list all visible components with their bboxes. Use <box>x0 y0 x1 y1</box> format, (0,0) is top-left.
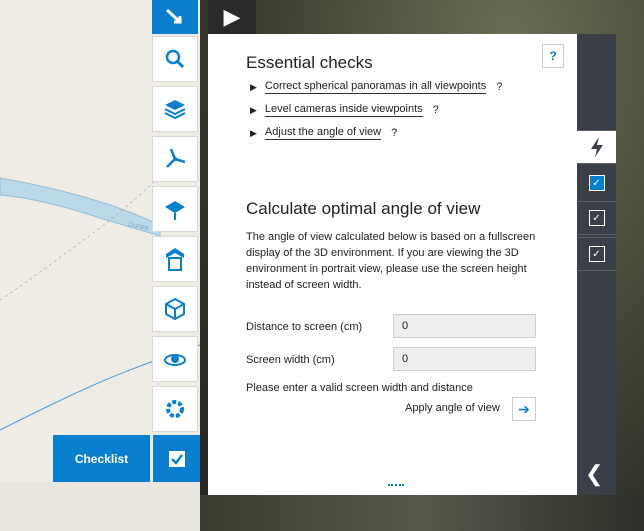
bullet-triangle-icon: ▶ <box>250 104 257 115</box>
bullet-triangle-icon: ▶ <box>250 127 257 138</box>
checklist-toggle[interactable] <box>153 435 200 482</box>
building-button[interactable] <box>152 236 198 282</box>
distance-label: Distance to screen (cm) <box>246 321 363 333</box>
arrow-right-icon: ➔ <box>518 400 530 417</box>
wind-turbine-button[interactable] <box>152 136 198 182</box>
navigate-button[interactable] <box>152 0 198 34</box>
distance-input[interactable] <box>393 314 536 338</box>
scroll-indicator <box>388 484 404 486</box>
check-help-icon[interactable]: ? <box>391 127 397 139</box>
width-label: Screen width (cm) <box>246 354 335 366</box>
check-link-level-cameras[interactable]: Level cameras inside viewpoints <box>264 103 423 117</box>
checkbox-checked-icon: ✓ <box>588 175 605 191</box>
camera-viewpoint-icon <box>164 354 186 366</box>
checkbox-checked-icon: ✓ <box>588 246 605 262</box>
solar-panel-button[interactable] <box>152 186 198 232</box>
checklist-button[interactable]: Checklist <box>53 435 150 482</box>
settings-button[interactable] <box>152 386 198 432</box>
wind-turbine-icon <box>166 148 186 168</box>
settings-icon <box>166 400 184 418</box>
checklist-sidebar: ✓ ✓ ✓ ❮ <box>577 34 616 495</box>
calc-title: Calculate optimal angle of view <box>246 199 481 218</box>
calc-description: The angle of view calculated below is ba… <box>246 231 536 291</box>
checkbox-icon <box>168 450 185 467</box>
navigate-icon <box>165 8 182 24</box>
check-link-angle-of-view[interactable]: Adjust the angle of view <box>264 126 382 140</box>
map-bottom-strip <box>0 482 208 531</box>
play-icon: ▶ <box>223 4 241 29</box>
check-item: ▶ Level cameras inside viewpoints ? <box>250 103 439 117</box>
search-icon <box>165 49 185 69</box>
validation-message: Please enter a valid screen width and di… <box>246 382 473 394</box>
check-item: ▶ Correct spherical panoramas in all vie… <box>250 80 502 94</box>
apply-button[interactable]: ➔ <box>512 397 536 421</box>
check-link-panoramas[interactable]: Correct spherical panoramas in all viewp… <box>264 80 487 94</box>
solar-panel-icon <box>165 201 185 220</box>
camera-viewpoint-button[interactable] <box>152 336 198 382</box>
check-item: ▶ Adjust the angle of view ? <box>250 126 397 140</box>
building-icon <box>166 248 184 271</box>
checklist-step-1[interactable]: ✓ <box>577 166 616 200</box>
width-input[interactable] <box>393 347 536 371</box>
essential-checks-title: Essential checks <box>246 53 373 72</box>
check-help-icon[interactable]: ? <box>496 81 502 93</box>
layers-button[interactable] <box>152 86 198 132</box>
lightning-icon <box>590 137 603 157</box>
tool-sidebar <box>152 0 200 436</box>
checkbox-checked-icon: ✓ <box>588 210 605 226</box>
bullet-triangle-icon: ▶ <box>250 81 257 92</box>
play-button[interactable]: ▶ <box>208 0 256 34</box>
3d-model-button[interactable] <box>152 286 198 332</box>
layers-icon <box>164 100 186 120</box>
help-button[interactable]: ? <box>542 44 564 68</box>
apply-label: Apply angle of view <box>405 402 500 414</box>
checklist-panel: ? Essential checks ▶ Correct spherical p… <box>208 34 577 495</box>
checklist-step-3[interactable]: ✓ <box>577 237 616 271</box>
check-help-icon[interactable]: ? <box>433 104 439 116</box>
checklist-step-2[interactable]: ✓ <box>577 201 616 235</box>
terrain-bottom <box>200 495 644 531</box>
search-button[interactable] <box>152 36 198 82</box>
collapse-icon[interactable]: ❮ <box>585 461 603 487</box>
3d-model-icon <box>165 297 185 321</box>
quick-actions-button[interactable] <box>577 130 616 164</box>
